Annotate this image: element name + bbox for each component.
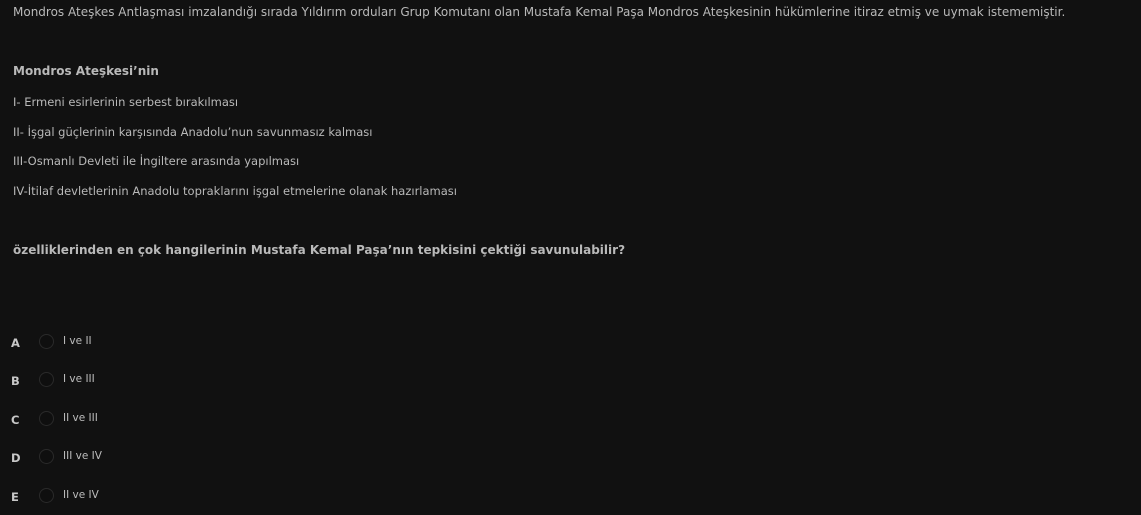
statement-item: I- Ermeni esirlerinin serbest bırakılmas… <box>13 95 239 109</box>
option-letter: D <box>11 451 21 465</box>
option-text: I ve III <box>63 373 95 385</box>
option-c[interactable]: C II ve III <box>0 409 200 433</box>
radio-button[interactable] <box>39 449 54 464</box>
option-a[interactable]: A I ve II <box>0 332 200 356</box>
option-d[interactable]: D III ve IV <box>0 447 200 471</box>
option-letter: B <box>11 374 20 388</box>
statement-list-title: Mondros Ateşkesi’nin <box>13 64 159 78</box>
statement-item: II- İşgal güçlerinin karşısında Anadolu’… <box>13 125 373 139</box>
radio-button[interactable] <box>39 372 54 387</box>
radio-button[interactable] <box>39 488 54 503</box>
option-letter: C <box>11 413 20 427</box>
radio-button[interactable] <box>39 334 54 349</box>
question-stem: Mondros Ateşkes Antlaşması imzalandığı s… <box>13 5 1066 19</box>
option-text: II ve III <box>63 412 98 424</box>
option-text: III ve IV <box>63 450 102 462</box>
radio-button[interactable] <box>39 411 54 426</box>
question-prompt: özelliklerinden en çok hangilerinin Must… <box>13 243 626 257</box>
statement-item: IV-İtilaf devletlerinin Anadolu toprakla… <box>13 184 457 198</box>
option-b[interactable]: B I ve III <box>0 370 200 394</box>
option-text: II ve IV <box>63 489 99 501</box>
option-letter: E <box>11 490 19 504</box>
statement-item: III-Osmanlı Devleti ile İngiltere arasın… <box>13 154 300 168</box>
option-e[interactable]: E II ve IV <box>0 486 200 510</box>
option-letter: A <box>11 336 20 350</box>
option-text: I ve II <box>63 335 92 347</box>
